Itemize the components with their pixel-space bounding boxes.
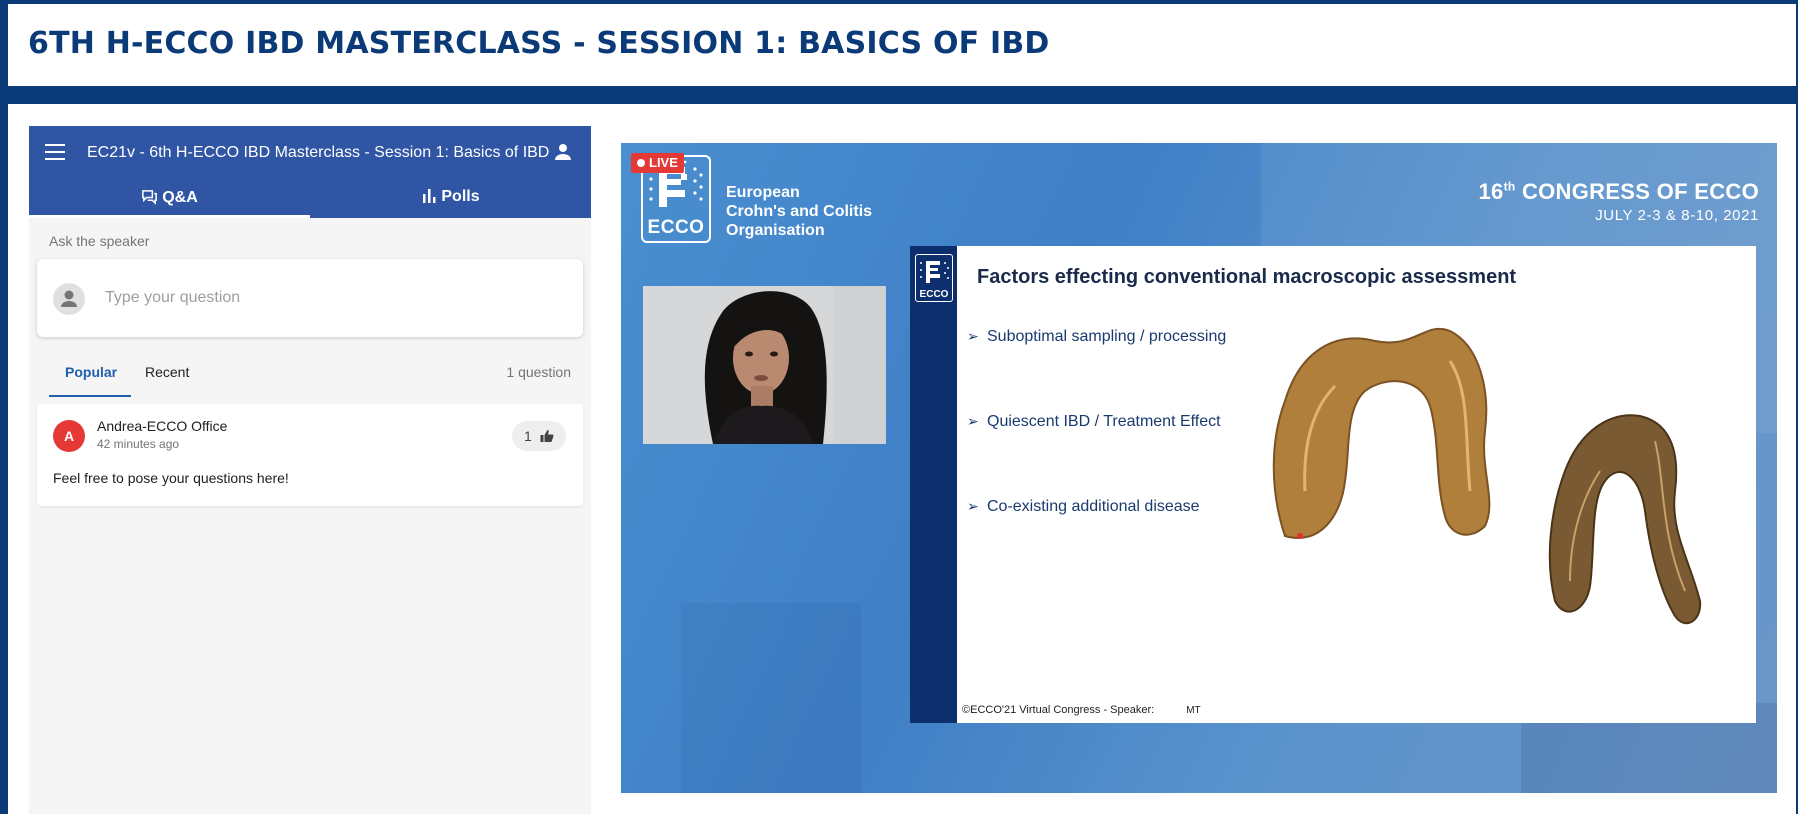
organisation-name: European Crohn's and Colitis Organisatio… (726, 183, 872, 240)
app-frame: 6TH H-ECCO IBD MASTERCLASS - SESSION 1: … (0, 0, 1798, 814)
slide-title: Factors effecting conventional macroscop… (977, 266, 1517, 288)
tab-qa-label: Q&A (162, 189, 198, 206)
event-title: EC21v - 6th H-ECCO IBD Masterclass - Ses… (87, 144, 550, 161)
presentation-slide: ECCO Factors effecting conventional macr… (910, 246, 1756, 723)
bullet-arrow-icon: ➢ (967, 328, 979, 344)
slide-sidebar: ECCO (910, 246, 957, 723)
live-badge: LIVE (631, 153, 684, 173)
congress-ordinal: th (1503, 179, 1516, 194)
user-avatar-icon (53, 283, 85, 315)
live-dot-icon (637, 159, 645, 167)
speaker-initials: MT (1186, 705, 1201, 716)
thumbs-up-icon (540, 430, 554, 442)
video-player[interactable]: ECCO LIVE European Crohn's and Colitis O… (621, 143, 1777, 793)
slide-ecco-logo: ECCO (915, 254, 953, 302)
tab-polls-label: Polls (441, 188, 480, 205)
sort-tab-recent[interactable]: Recent (145, 364, 189, 380)
bar-chart-icon (423, 189, 436, 203)
like-count: 1 (524, 428, 532, 444)
ecco-logo-text: ECCO (647, 217, 705, 238)
tab-qa[interactable]: Q&A (29, 180, 310, 218)
tab-polls[interactable]: Polls (310, 180, 591, 218)
author-avatar: A (53, 420, 85, 452)
speaker-webcam (643, 286, 886, 444)
sort-tab-indicator (49, 395, 131, 397)
question-timestamp: 42 minutes ago (97, 437, 180, 451)
slide-bullet: ➢ Suboptimal sampling / processing (967, 328, 1227, 345)
congress-title: CONGRESS OF ECCO (1515, 179, 1759, 204)
bullet-arrow-icon: ➢ (967, 413, 979, 429)
slide-bullet: ➢ Quiescent IBD / Treatment Effect (967, 413, 1221, 430)
qa-tabs: Q&A Polls (29, 180, 591, 218)
like-button[interactable]: 1 (512, 421, 566, 451)
slide-footer: ©ECCO'21 Virtual Congress - Speaker: MT (962, 704, 1201, 716)
comments-icon (142, 190, 158, 205)
question-author: Andrea-ECCO Office (97, 418, 228, 434)
slide-bullet: ➢ Co-existing additional disease (967, 498, 1200, 515)
page-title: 6TH H-ECCO IBD MASTERCLASS - SESSION 1: … (28, 26, 1050, 61)
congress-number: 16 (1478, 179, 1504, 204)
congress-heading: 16th CONGRESS OF ECCO JULY 2-3 & 8-10, 2… (1479, 179, 1759, 224)
ask-speaker-label: Ask the speaker (49, 233, 150, 249)
question-placeholder: Type your question (105, 289, 241, 306)
slide-logo-text: ECCO (919, 289, 949, 300)
org-line: Organisation (726, 222, 825, 239)
org-line: European (726, 184, 800, 201)
question-input[interactable]: Type your question (37, 259, 583, 337)
sort-tabs: Popular Recent 1 question (29, 352, 591, 397)
question-card: A Andrea-ECCO Office 42 minutes ago 1 Fe… (37, 404, 583, 506)
specimen-image (1548, 414, 1702, 625)
question-count: 1 question (506, 364, 571, 380)
bullet-arrow-icon: ➢ (967, 498, 979, 514)
congress-dates: JULY 2-3 & 8-10, 2021 (1595, 207, 1759, 224)
title-bar: 6TH H-ECCO IBD MASTERCLASS - SESSION 1: … (8, 4, 1796, 86)
sort-tab-popular[interactable]: Popular (65, 364, 117, 380)
main-content: EC21v - 6th H-ECCO IBD Masterclass - Ses… (8, 104, 1796, 814)
qa-header: EC21v - 6th H-ECCO IBD Masterclass - Ses… (29, 126, 591, 218)
hamburger-menu-icon[interactable] (45, 144, 65, 160)
live-label: LIVE (649, 155, 678, 170)
qa-panel: EC21v - 6th H-ECCO IBD Masterclass - Ses… (29, 126, 591, 814)
user-account-icon[interactable] (551, 140, 575, 164)
org-line: Crohn's and Colitis (726, 203, 873, 220)
question-text: Feel free to pose your questions here! (53, 470, 289, 486)
specimen-image (1272, 327, 1491, 539)
